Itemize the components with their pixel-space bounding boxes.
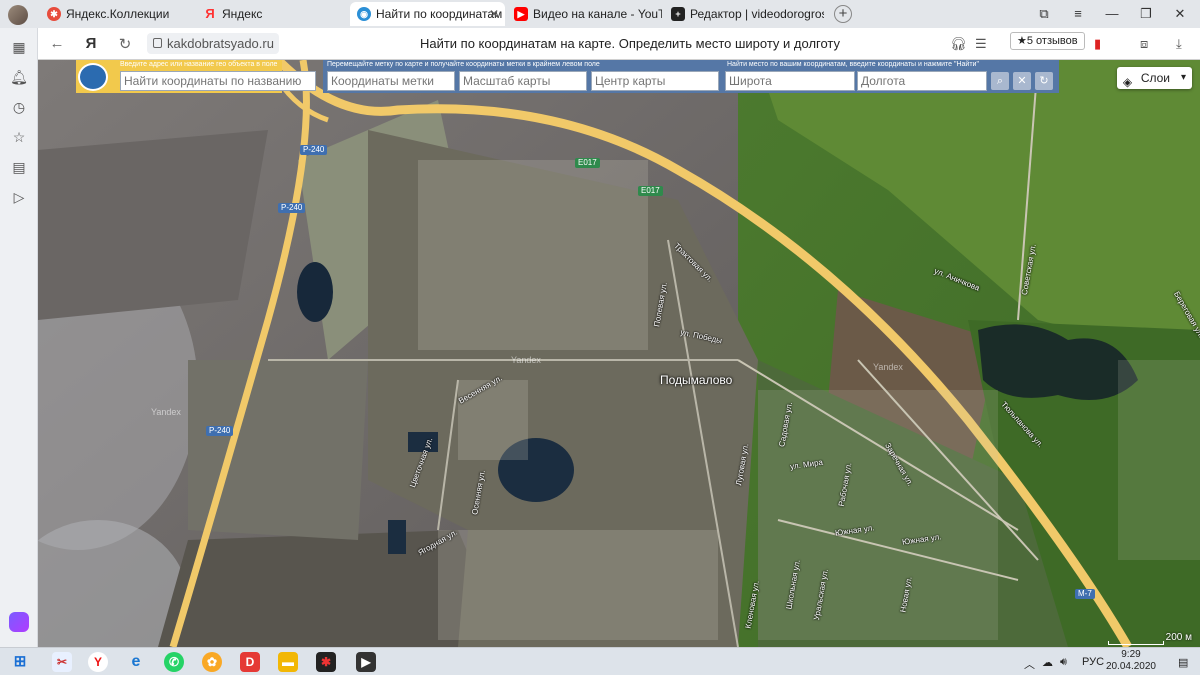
road-label-m7: M-7	[1075, 589, 1095, 599]
favorites-star-icon[interactable]: ☆	[10, 128, 28, 146]
apps-grid-icon[interactable]: ▦	[10, 38, 28, 56]
yandex-browser-icon[interactable]: Y	[88, 652, 108, 672]
road-label-p240: P-240	[206, 426, 234, 436]
restore-icon[interactable]: ❐	[1136, 6, 1156, 22]
minimize-icon[interactable]: —	[1102, 6, 1122, 21]
network-icon[interactable]: ☁	[1042, 656, 1053, 669]
volume-icon[interactable]: 🔊︎	[1060, 656, 1067, 669]
close-window-icon[interactable]: ✕	[1170, 6, 1190, 22]
extensions-icon[interactable]: ⧈	[1140, 36, 1148, 52]
avatar[interactable]	[8, 5, 28, 25]
tab-yandex[interactable]: Я Яндекс	[196, 2, 346, 26]
reader-mode-icon[interactable]: ☰	[975, 36, 987, 52]
back-icon[interactable]: ←	[48, 35, 66, 52]
find-by-coords-panel: Найти место по вашим координатам, введит…	[723, 60, 1059, 93]
yandex-home-icon[interactable]: Я	[82, 35, 100, 52]
tab-label: Яндекс.Коллекции	[66, 7, 170, 21]
road-label-p240: P-240	[300, 145, 328, 155]
clock-date: 20.04.2020	[1105, 661, 1156, 672]
taskbar: ⊞ ✂ Y e ✆ ✿ D ▬ ✱ ▶ ︿ ☁ 🔊︎ РУС 9:29 20.0…	[0, 647, 1200, 675]
play-video-icon[interactable]: ▷	[10, 188, 28, 206]
alice-assistant-icon[interactable]	[9, 612, 29, 632]
snipping-tool-icon[interactable]: ✂	[52, 652, 72, 672]
scale-bar	[1108, 641, 1164, 645]
tab-label: Найти по координатам	[376, 7, 503, 21]
refresh-icon[interactable]: ↻	[1035, 72, 1053, 90]
map-imagery	[38, 60, 1200, 647]
tab-label: Яндекс	[222, 7, 263, 21]
clear-icon[interactable]: ✕	[1013, 72, 1031, 90]
windows-start-icon[interactable]: ⊞	[10, 652, 30, 672]
layers-icon: ◈	[1122, 75, 1133, 89]
layers-button[interactable]: ◈ Слои ▾	[1116, 67, 1192, 89]
whatsapp-icon[interactable]: ✆	[164, 652, 184, 672]
geo-search-panel: Введите адрес или название гео объекта в…	[76, 60, 316, 93]
marker-coords-field[interactable]	[327, 71, 455, 91]
tab-bar: ✱ Яндекс.Коллекции Я Яндекс ◉ Найти по к…	[0, 0, 1200, 28]
village-label: Подымалово	[660, 373, 733, 387]
address-bar: ← Я ↻ kakdobratsyado.ru Найти по координ…	[0, 28, 1200, 60]
tab-collections[interactable]: ✱ Яндекс.Коллекции	[40, 2, 190, 26]
map-center-field[interactable]	[591, 71, 719, 91]
search-icon[interactable]: ⌕	[991, 72, 1009, 90]
yandex-watermark: Yandex	[511, 355, 541, 365]
tab-label: Редактор | videodorogross	[690, 7, 824, 21]
longitude-input[interactable]	[857, 71, 987, 91]
marker-coords-panel: Перемещайте метку по карте и получайте к…	[323, 60, 723, 93]
find-by-coords-hint: Найти место по вашим координатам, введит…	[727, 61, 979, 68]
bookmark-icon[interactable]: ▮	[1094, 36, 1101, 52]
clock[interactable]: 9:29 20.04.2020	[1106, 649, 1156, 673]
reviews-badge[interactable]: ★5 отзывов	[1010, 32, 1085, 50]
tab-coords-active[interactable]: ◉ Найти по координатам ✕	[350, 2, 505, 26]
geo-search-hint: Введите адрес или название гео объекта в…	[120, 61, 278, 68]
geo-name-search-input[interactable]	[120, 71, 316, 91]
browser-sidebar: ▦ 🔔︎ ◷ ☆ ▤ ▷	[0, 28, 38, 647]
video-editor-icon[interactable]: ▶	[356, 652, 376, 672]
editor-icon: +	[671, 7, 685, 21]
clock-time: 9:29	[1121, 649, 1141, 660]
headphones-icon[interactable]: 🎧︎	[950, 36, 967, 52]
tab-editor[interactable]: + Редактор | videodorogross	[664, 2, 824, 26]
road-label-e017: E017	[575, 158, 600, 168]
edge-icon[interactable]: e	[126, 652, 146, 672]
file-explorer-icon[interactable]: ▬	[278, 652, 298, 672]
coords-site-icon: ◉	[357, 7, 371, 21]
photos-app-icon[interactable]: ✿	[202, 652, 222, 672]
reload-icon[interactable]: ↻	[116, 35, 134, 53]
downloads-icon[interactable]: ⤓	[1176, 36, 1182, 52]
url-text: kakdobratsyado.ru	[167, 36, 274, 51]
url-field[interactable]: kakdobratsyado.ru	[147, 33, 279, 54]
close-tab-icon[interactable]: ✕	[489, 2, 499, 26]
marker-coords-hint: Перемещайте метку по карте и получайте к…	[327, 61, 600, 68]
yandex-icon: Я	[205, 6, 215, 21]
bookmark-copy-icon[interactable]: ⧉	[1034, 6, 1054, 22]
yandex-watermark: Yandex	[151, 407, 181, 417]
satellite-map[interactable]: P-240 P-240 P-240 E017 E017 M-7 Подымало…	[38, 60, 1200, 647]
youtube-icon: ▶	[514, 7, 528, 21]
layers-label: Слои	[1140, 71, 1170, 85]
recorder-app-icon[interactable]: ✱	[316, 652, 336, 672]
tab-label: Видео на канале - YouTub	[533, 7, 662, 21]
chevron-down-icon: ▾	[1180, 72, 1186, 83]
collections-icon: ✱	[47, 7, 61, 21]
notifications-bell-icon[interactable]: 🔔︎	[10, 68, 28, 86]
lock-icon	[153, 38, 162, 48]
latitude-input[interactable]	[725, 71, 855, 91]
input-language[interactable]: РУС	[1082, 656, 1104, 668]
road-label-p240: P-240	[278, 203, 306, 213]
map-scale-field[interactable]	[459, 71, 587, 91]
road-label-e017: E017	[638, 186, 663, 196]
collections-sidebar-icon[interactable]: ▤	[10, 158, 28, 176]
dashboard-app-icon[interactable]: D	[240, 652, 260, 672]
tray-chevron-icon[interactable]: ︿	[1024, 656, 1035, 672]
history-clock-icon[interactable]: ◷	[10, 98, 28, 116]
new-tab-button[interactable]: +	[834, 5, 852, 23]
scale-label: 200 м	[1165, 632, 1192, 643]
tab-youtube[interactable]: ▶ Видео на канале - YouTub	[507, 2, 662, 26]
site-logo-icon[interactable]	[78, 63, 108, 91]
page-title: Найти по координатам на карте. Определит…	[419, 36, 841, 51]
menu-icon[interactable]: ≡	[1068, 6, 1088, 21]
notifications-icon[interactable]: ▤	[1178, 656, 1188, 669]
yandex-watermark: Yandex	[873, 362, 903, 372]
